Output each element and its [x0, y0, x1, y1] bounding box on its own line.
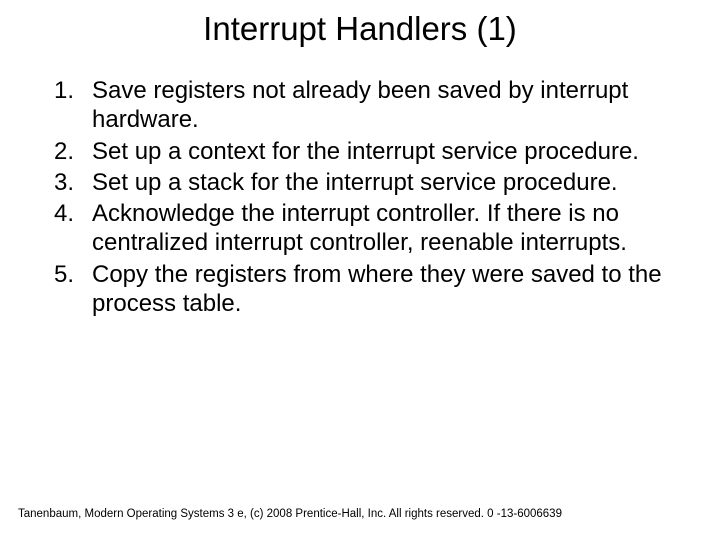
- item-number: 2.: [40, 137, 92, 166]
- steps-list: 1. Save registers not already been saved…: [0, 76, 720, 318]
- item-text: Save registers not already been saved by…: [92, 76, 686, 135]
- item-text: Set up a stack for the interrupt service…: [92, 168, 686, 197]
- footer-citation: Tanenbaum, Modern Operating Systems 3 e,…: [18, 508, 562, 520]
- item-number: 3.: [40, 168, 92, 197]
- item-number: 4.: [40, 199, 92, 258]
- list-item: 3. Set up a stack for the interrupt serv…: [40, 168, 686, 197]
- list-item: 1. Save registers not already been saved…: [40, 76, 686, 135]
- item-text: Set up a context for the interrupt servi…: [92, 137, 686, 166]
- list-item: 2. Set up a context for the interrupt se…: [40, 137, 686, 166]
- item-number: 5.: [40, 260, 92, 319]
- item-text: Acknowledge the interrupt controller. If…: [92, 199, 686, 258]
- item-number: 1.: [40, 76, 92, 135]
- slide-title: Interrupt Handlers (1): [0, 0, 720, 76]
- list-item: 5. Copy the registers from where they we…: [40, 260, 686, 319]
- item-text: Copy the registers from where they were …: [92, 260, 686, 319]
- list-item: 4. Acknowledge the interrupt controller.…: [40, 199, 686, 258]
